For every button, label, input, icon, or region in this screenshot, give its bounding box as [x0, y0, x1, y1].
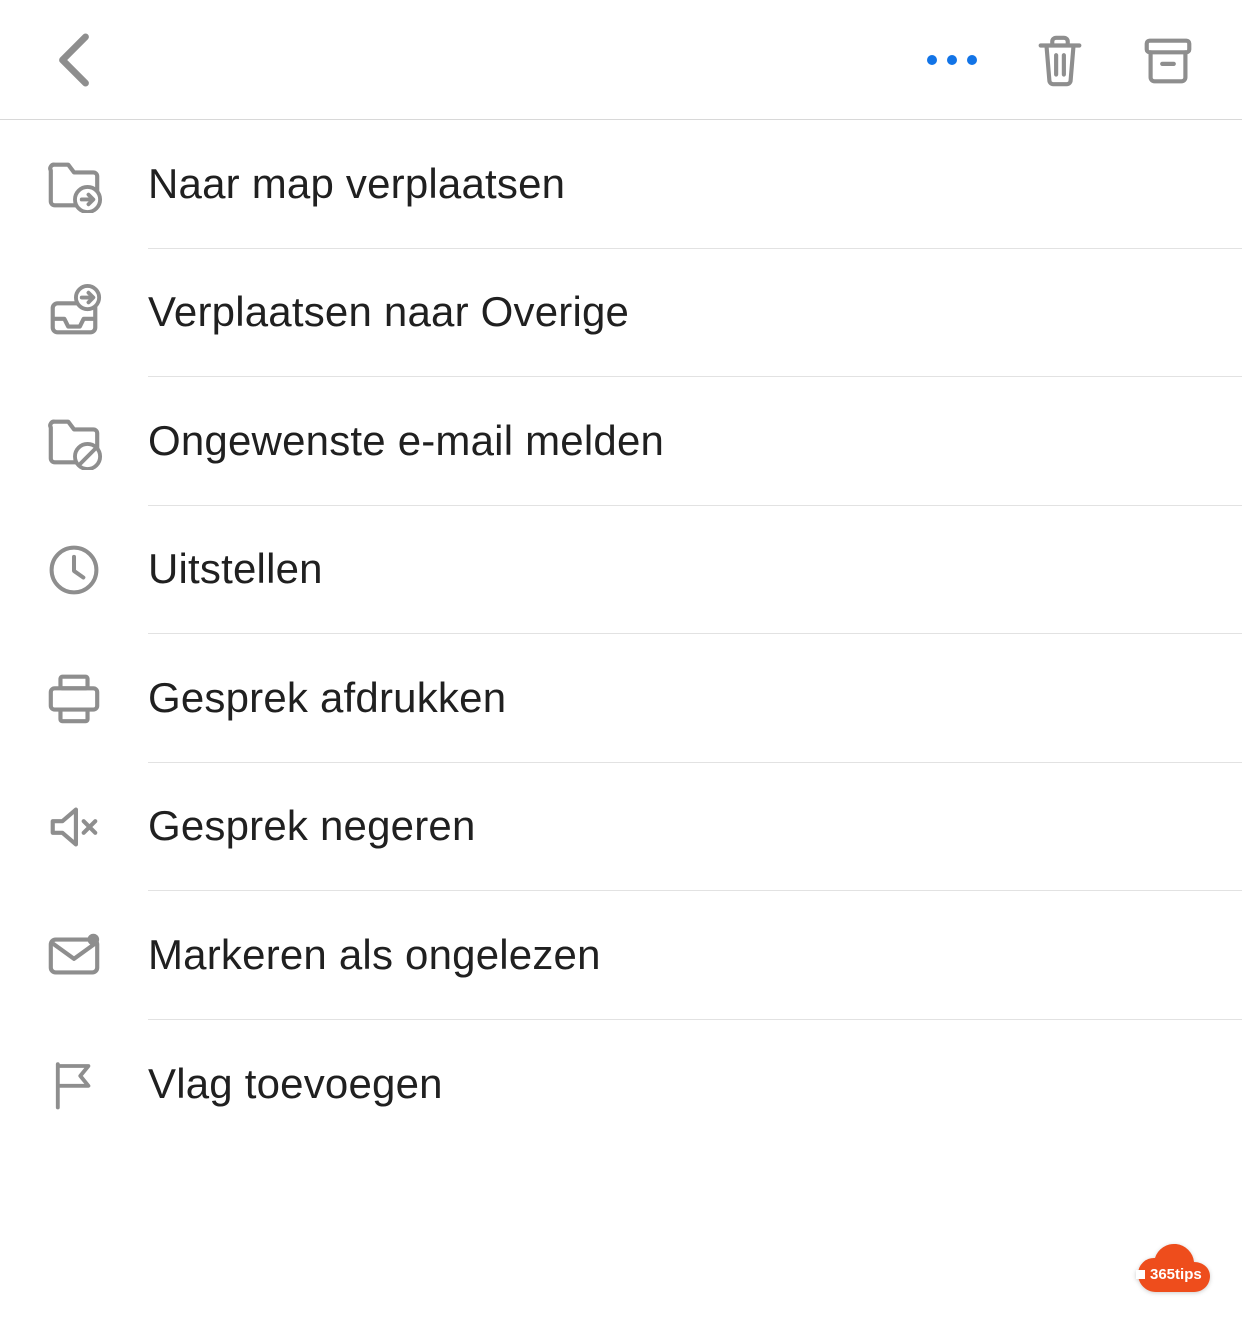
more-button[interactable] — [922, 30, 982, 90]
delete-button[interactable] — [1030, 30, 1090, 90]
cloud-icon: 365tips — [1118, 1240, 1214, 1298]
menu-item-report-junk[interactable]: Ongewenste e-mail melden — [0, 377, 1242, 506]
move-other-icon — [45, 284, 103, 342]
menu-item-label: Gesprek afdrukken — [148, 674, 506, 722]
folder-move-icon — [45, 155, 103, 213]
menu-item-label: Ongewenste e-mail melden — [148, 417, 664, 465]
menu-item-flag[interactable]: Vlag toevoegen — [0, 1020, 1242, 1149]
menu-item-label: Markeren als ongelezen — [148, 931, 601, 979]
clock-icon — [46, 542, 102, 598]
print-icon — [45, 669, 103, 727]
menu-item-print[interactable]: Gesprek afdrukken — [0, 634, 1242, 763]
watermark-badge: 365tips — [1118, 1240, 1214, 1298]
menu-item-move-folder[interactable]: Naar map verplaatsen — [0, 120, 1242, 249]
menu-item-snooze[interactable]: Uitstellen — [0, 506, 1242, 635]
chevron-left-icon — [49, 26, 99, 94]
trash-icon — [1031, 29, 1089, 91]
menu-item-label: Naar map verplaatsen — [148, 160, 565, 208]
watermark-text: 365tips — [1150, 1266, 1202, 1283]
archive-button[interactable] — [1138, 30, 1198, 90]
mail-unread-icon — [45, 926, 103, 984]
menu-item-ignore[interactable]: Gesprek negeren — [0, 763, 1242, 892]
menu-item-label: Uitstellen — [148, 545, 323, 593]
more-icon — [927, 55, 977, 65]
menu-item-label: Gesprek negeren — [148, 802, 476, 850]
back-button[interactable] — [44, 30, 104, 90]
mute-icon — [45, 798, 103, 856]
menu-item-move-other[interactable]: Verplaatsen naar Overige — [0, 249, 1242, 378]
action-menu: Naar map verplaatsen Verplaatsen naar Ov… — [0, 120, 1242, 1148]
menu-item-label: Verplaatsen naar Overige — [148, 288, 629, 336]
menu-item-label: Vlag toevoegen — [148, 1060, 443, 1108]
menu-item-mark-unread[interactable]: Markeren als ongelezen — [0, 891, 1242, 1020]
folder-block-icon — [45, 412, 103, 470]
archive-icon — [1139, 30, 1197, 90]
header — [0, 0, 1242, 120]
flag-icon — [47, 1055, 101, 1113]
